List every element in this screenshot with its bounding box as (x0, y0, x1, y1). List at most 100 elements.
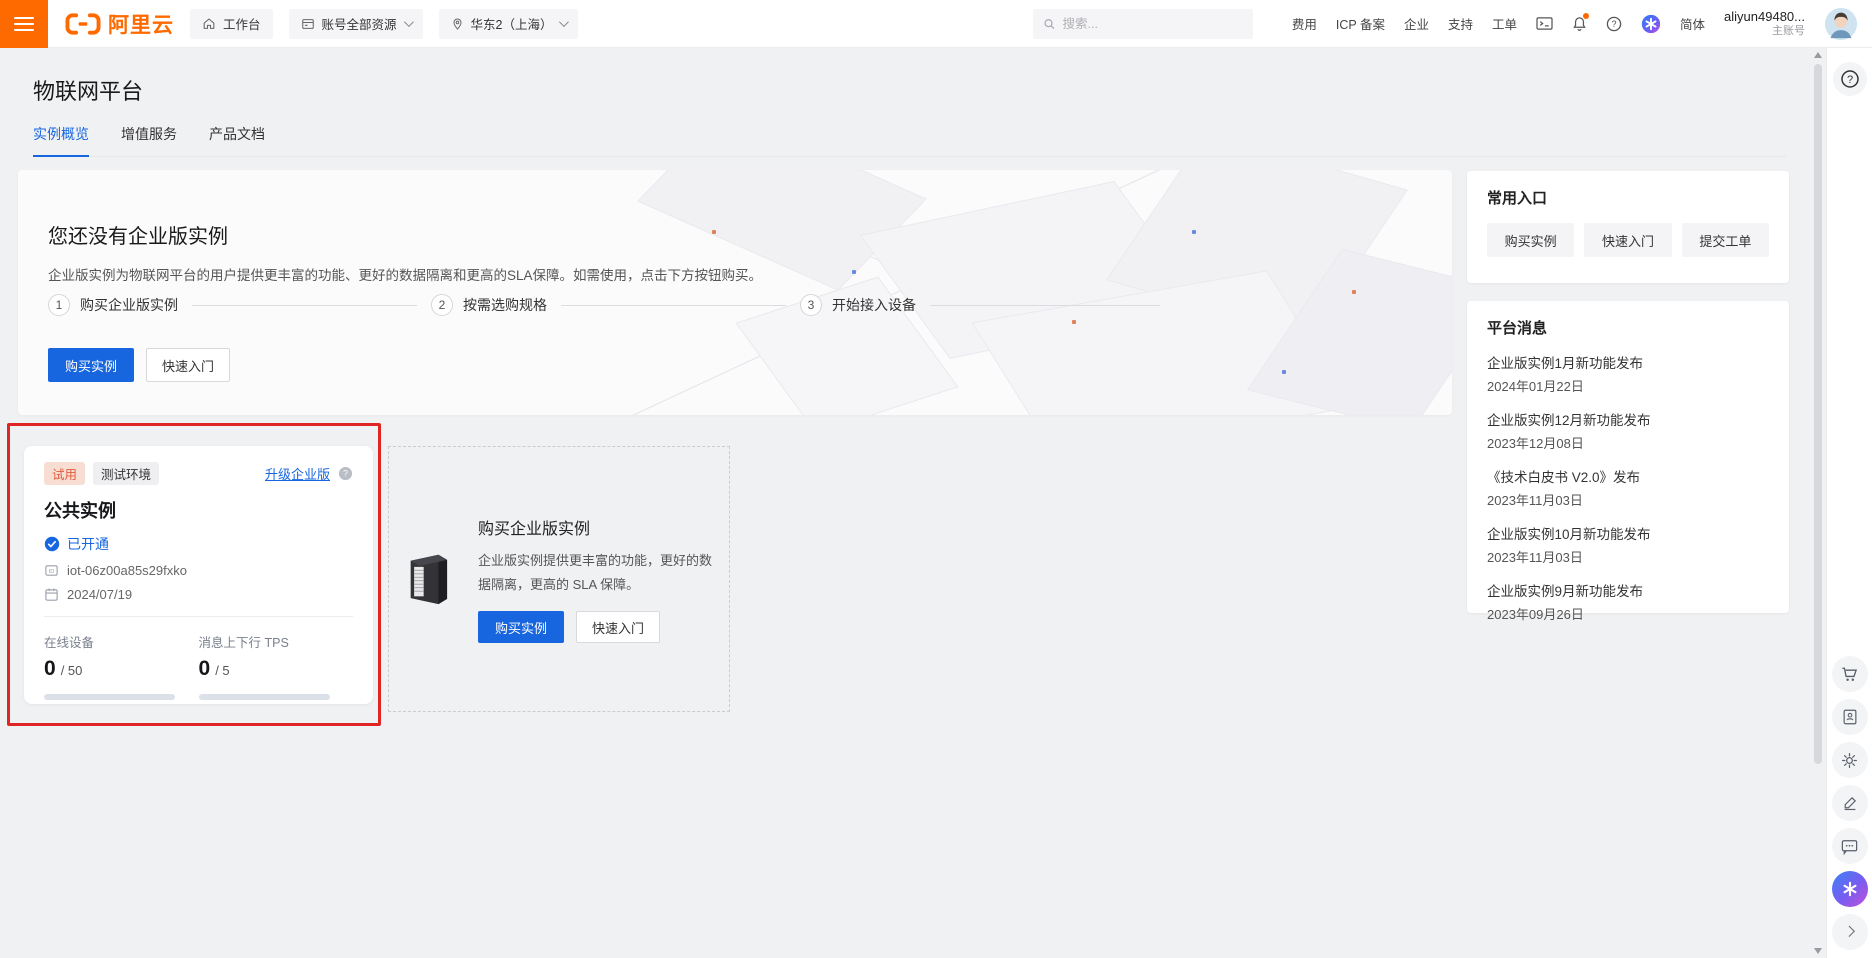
tab-instance-overview[interactable]: 实例概览 (33, 124, 89, 157)
aliyun-logo[interactable]: 阿里云 (64, 9, 174, 39)
quick-submit-ticket-button[interactable]: 提交工单 (1682, 223, 1769, 257)
quick-buy-instance-button[interactable]: 购买实例 (1487, 223, 1574, 257)
purchase-card-description: 企业版实例提供更丰富的功能，更好的数据隔离，更高的 SLA 保障。 (478, 549, 716, 597)
tabs: 实例概览 增值服务 产品文档 (33, 124, 1786, 157)
instance-badges-row: 试用 测试环境 升级企业版 ? (44, 462, 353, 485)
account-menu[interactable]: aliyun49480... 主账号 (1724, 9, 1805, 39)
news-date: 2023年11月03日 (1487, 547, 1769, 566)
menu-support[interactable]: 支持 (1448, 14, 1473, 33)
workbench-button[interactable]: 工作台 (190, 9, 273, 39)
notification-bell-icon[interactable] (1572, 16, 1587, 32)
stat-value: 0 (199, 657, 211, 681)
step-3-label: 开始接入设备 (832, 295, 916, 315)
buy-instance-button[interactable]: 购买实例 (48, 348, 134, 382)
help-icon[interactable]: ? (1606, 16, 1622, 32)
region-selector[interactable]: 华东2（上海） (439, 9, 579, 39)
ai-assistant-button[interactable] (1832, 871, 1868, 907)
topbar: 阿里云 工作台 账号全部资源 华东2（上海） (0, 0, 1872, 48)
instance-id: iot-06z00a85s29fxko (67, 563, 187, 578)
platform-news-title: 平台消息 (1487, 317, 1769, 338)
aliyun-logo-icon (64, 11, 102, 37)
divider (44, 616, 353, 617)
message-button[interactable] (1832, 828, 1868, 864)
chevron-down-icon (403, 17, 413, 27)
svg-text:?: ? (1612, 19, 1617, 29)
quick-entry-title: 常用入口 (1487, 187, 1769, 208)
menu-billing[interactable]: 费用 (1292, 14, 1317, 33)
tab-value-added-services[interactable]: 增值服务 (121, 124, 177, 156)
scroll-down-arrow[interactable] (1814, 948, 1822, 954)
news-item[interactable]: 《技术白皮书 V2.0》发布 2023年11月03日 (1487, 466, 1769, 509)
news-item[interactable]: 企业版实例9月新功能发布 2023年09月26日 (1487, 580, 1769, 623)
server-icon (402, 548, 454, 610)
banner-illustration (592, 170, 1452, 415)
ai-assistant-icon[interactable] (1641, 14, 1661, 34)
page-scrollbar[interactable] (1813, 48, 1824, 958)
help-circle-button[interactable]: ? (1833, 62, 1867, 96)
svg-text:?: ? (1846, 74, 1852, 86)
scroll-up-arrow[interactable] (1814, 52, 1822, 58)
upgrade-enterprise-link[interactable]: 升级企业版 (265, 464, 330, 483)
menu-icp[interactable]: ICP 备案 (1336, 14, 1385, 33)
resource-selector[interactable]: 账号全部资源 (289, 9, 423, 39)
platform-news-panel: 平台消息 企业版实例1月新功能发布 2024年01月22日 企业版实例12月新功… (1467, 301, 1789, 613)
page-title: 物联网平台 (33, 74, 143, 106)
purchase-enterprise-card: 购买企业版实例 企业版实例提供更丰富的功能，更好的数据隔离，更高的 SLA 保障… (388, 446, 730, 712)
purchase-card-title: 购买企业版实例 (478, 515, 716, 539)
stat-label: 消息上下行 TPS (199, 632, 354, 651)
check-circle-icon (44, 536, 60, 552)
upgrade-help-icon[interactable]: ? (338, 466, 353, 481)
calendar-icon (44, 587, 59, 602)
news-title: 《技术白皮书 V2.0》发布 (1487, 466, 1769, 486)
chevron-right-icon (1843, 926, 1854, 937)
banner-steps: 1 购买企业版实例 2 按需选购规格 3 开始接入设备 (48, 294, 1174, 316)
avatar[interactable] (1824, 7, 1858, 41)
chevron-down-icon (559, 17, 569, 27)
news-item[interactable]: 企业版实例10月新功能发布 2023年11月03日 (1487, 523, 1769, 566)
step-3-number: 3 (800, 294, 822, 316)
settings-button[interactable] (1832, 742, 1868, 778)
search-input[interactable] (1063, 17, 1243, 31)
news-item[interactable]: 企业版实例1月新功能发布 2024年01月22日 (1487, 352, 1769, 395)
tab-product-docs[interactable]: 产品文档 (209, 124, 265, 156)
contact-card-button[interactable] (1832, 699, 1868, 735)
gear-icon (1840, 751, 1859, 770)
topbar-right: 费用 ICP 备案 企业 支持 工单 ? (1033, 7, 1872, 41)
search-icon (1043, 17, 1056, 31)
step-2-label: 按需选购规格 (463, 295, 547, 315)
scrollbar-thumb[interactable] (1814, 64, 1822, 764)
news-title: 企业版实例10月新功能发布 (1487, 523, 1769, 543)
news-item[interactable]: 企业版实例12月新功能发布 2023年12月08日 (1487, 409, 1769, 452)
news-date: 2023年11月03日 (1487, 490, 1769, 509)
feedback-edit-button[interactable] (1832, 785, 1868, 821)
instance-status-row: 已开通 (44, 534, 353, 554)
step-1-label: 购买企业版实例 (80, 295, 178, 315)
language-selector[interactable]: 简体 (1680, 14, 1705, 33)
step-connector (192, 305, 417, 306)
quickstart-button[interactable]: 快速入门 (576, 611, 660, 643)
public-instance-card: 试用 测试环境 升级企业版 ? 公共实例 已开通 ID (24, 446, 373, 704)
account-type-label: 主账号 (1724, 25, 1805, 39)
menu-enterprise[interactable]: 企业 (1404, 14, 1429, 33)
terminal-icon[interactable] (1536, 16, 1553, 31)
stat-online-devices: 在线设备 0 / 50 (44, 632, 199, 700)
quickstart-button[interactable]: 快速入门 (146, 348, 230, 382)
news-date: 2023年09月26日 (1487, 604, 1769, 623)
hamburger-menu-button[interactable] (0, 0, 48, 48)
location-pin-icon (451, 17, 464, 31)
expand-button[interactable] (1832, 914, 1868, 950)
buy-instance-button[interactable]: 购买实例 (478, 611, 564, 643)
quick-entry-panel: 常用入口 购买实例 快速入门 提交工单 (1467, 171, 1789, 283)
global-search[interactable] (1033, 9, 1253, 39)
instance-date-row: 2024/07/19 (44, 587, 353, 602)
usage-progress-bar (199, 694, 330, 700)
quick-quickstart-button[interactable]: 快速入门 (1584, 223, 1671, 257)
instance-id-row: ID iot-06z00a85s29fxko (44, 563, 353, 578)
menu-ticket[interactable]: 工单 (1492, 14, 1517, 33)
news-date: 2023年12月08日 (1487, 433, 1769, 452)
resources-icon (301, 17, 315, 31)
workbench-label: 工作台 (223, 14, 261, 33)
stat-label: 在线设备 (44, 632, 199, 651)
step-1-number: 1 (48, 294, 70, 316)
cart-button[interactable] (1832, 656, 1868, 692)
